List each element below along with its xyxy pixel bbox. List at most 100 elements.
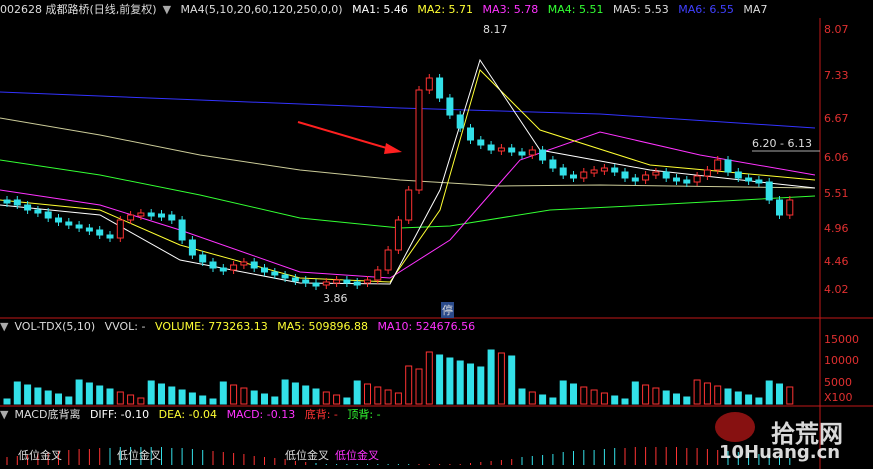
volume-bar bbox=[250, 390, 258, 405]
candle bbox=[528, 149, 536, 156]
volume-bar bbox=[96, 385, 104, 405]
candle bbox=[281, 274, 289, 279]
volume-bar bbox=[734, 391, 742, 405]
candle bbox=[271, 271, 279, 276]
candle bbox=[477, 139, 485, 146]
volume-bar bbox=[436, 354, 444, 405]
dea-value: DEA: -0.04 bbox=[158, 408, 218, 421]
volume-bar bbox=[446, 357, 454, 405]
vol-ma5-value: MA5: 509896.88 bbox=[277, 320, 368, 333]
volume-bar bbox=[786, 386, 794, 405]
candle bbox=[34, 209, 42, 214]
volume-bar bbox=[600, 392, 608, 405]
halt-marker: 停 bbox=[441, 302, 454, 318]
candle bbox=[353, 281, 361, 286]
candle bbox=[415, 89, 423, 191]
volume-bar bbox=[477, 366, 485, 405]
volume-bar bbox=[147, 380, 155, 405]
volume-bar bbox=[322, 391, 330, 405]
volume-bar bbox=[714, 385, 722, 405]
candle bbox=[188, 239, 196, 256]
vol-dropdown-icon[interactable]: ▼ bbox=[0, 320, 8, 333]
price-tick-label: 4.46 bbox=[824, 255, 849, 268]
candle bbox=[116, 219, 124, 239]
volume-bar bbox=[590, 389, 598, 405]
volume-bar bbox=[158, 383, 165, 405]
candle bbox=[497, 147, 505, 152]
candle bbox=[343, 279, 351, 284]
volume-bar bbox=[137, 397, 145, 405]
candle bbox=[611, 167, 619, 173]
volume-bar bbox=[353, 380, 361, 405]
candle bbox=[518, 151, 526, 156]
volume-bar bbox=[199, 395, 207, 405]
candle bbox=[693, 175, 701, 183]
candle bbox=[96, 229, 104, 236]
candle bbox=[703, 169, 711, 177]
volume-value: VOLUME: 773263.13 bbox=[154, 320, 268, 333]
volume-bar bbox=[765, 380, 773, 405]
candle bbox=[549, 159, 557, 169]
macd-dropdown-icon[interactable]: ▼ bbox=[0, 408, 8, 421]
volume-bar bbox=[24, 384, 32, 405]
volume-bar bbox=[559, 380, 567, 405]
candle bbox=[312, 282, 320, 287]
volume-bar bbox=[662, 390, 670, 405]
volume-bar bbox=[291, 382, 299, 405]
candle bbox=[261, 267, 268, 273]
candle bbox=[137, 212, 145, 217]
macd-cross-label-2: 低位金叉 bbox=[117, 449, 161, 462]
volume-bar bbox=[333, 394, 341, 405]
volume-bar bbox=[219, 381, 227, 405]
volume-bar bbox=[642, 384, 650, 405]
volume-bar bbox=[631, 381, 639, 405]
candle bbox=[570, 174, 577, 179]
volume-bar bbox=[75, 379, 83, 405]
volume-bar bbox=[374, 386, 382, 405]
price-tick-label: 5.51 bbox=[824, 187, 849, 200]
high-label: 8.17 bbox=[483, 23, 508, 36]
volume-bar bbox=[755, 397, 763, 405]
volume-bar bbox=[240, 387, 248, 405]
candle bbox=[13, 199, 21, 206]
candle bbox=[240, 261, 248, 266]
volume-bar bbox=[683, 396, 691, 405]
volume-bar bbox=[776, 383, 783, 405]
candle bbox=[487, 144, 495, 151]
volume-bar bbox=[508, 355, 516, 405]
volume-bar bbox=[394, 392, 402, 405]
volume-bar bbox=[724, 388, 732, 405]
chart-canvas[interactable] bbox=[0, 0, 873, 469]
volume-bar bbox=[85, 382, 93, 405]
candle bbox=[178, 219, 186, 241]
price-tick-label: 7.33 bbox=[824, 69, 849, 82]
top-div-value: 顶背: - bbox=[347, 408, 381, 421]
candle bbox=[85, 227, 93, 232]
volume-bar bbox=[116, 391, 124, 405]
volume-bar bbox=[271, 396, 279, 405]
candle bbox=[55, 217, 62, 223]
candle bbox=[106, 234, 114, 239]
volume-bar bbox=[570, 383, 577, 405]
volume-bar bbox=[230, 384, 238, 405]
volume-bar bbox=[415, 368, 423, 405]
candle bbox=[580, 171, 588, 179]
candle bbox=[209, 261, 217, 269]
volume-tick-label: 15000 bbox=[824, 333, 859, 346]
volume-bar bbox=[44, 390, 52, 405]
candle bbox=[75, 224, 83, 229]
volume-bar bbox=[539, 394, 547, 405]
volume-bar bbox=[281, 379, 289, 405]
candle bbox=[65, 221, 73, 226]
volume-bar bbox=[302, 385, 310, 405]
candle bbox=[158, 213, 165, 218]
volume-bar bbox=[580, 386, 588, 405]
volume-bar bbox=[261, 393, 268, 405]
macd-cross-label-3: 低位金叉 bbox=[285, 449, 329, 462]
volume-bar bbox=[673, 393, 680, 405]
watermark-logo: 拾荒网 10Huang.cn bbox=[709, 412, 869, 466]
candle bbox=[734, 171, 742, 179]
price-tick-label: 4.96 bbox=[824, 222, 849, 235]
candle bbox=[642, 174, 650, 181]
candle bbox=[147, 212, 155, 217]
